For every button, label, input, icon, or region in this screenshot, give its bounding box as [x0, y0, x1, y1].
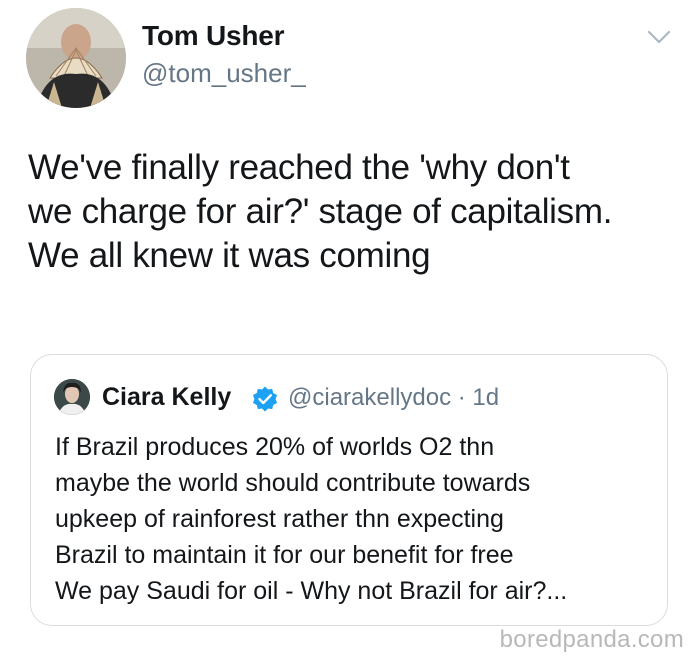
- tweet-card: Tom Usher @tom_usher_ We've finally reac…: [0, 0, 700, 663]
- quoted-author-handle-time[interactable]: @ciarakellydoc · 1d: [288, 384, 499, 412]
- quoted-text-line: Brazil to maintain it for our benefit fo…: [55, 541, 514, 569]
- quoted-text-line: upkeep of rainforest rather thn expectin…: [55, 505, 504, 533]
- tweet-text: We've finally reached the 'why don't we …: [28, 146, 688, 278]
- watermark: boredpanda.com: [499, 626, 684, 653]
- author-handle[interactable]: @tom_usher_: [142, 58, 306, 89]
- quoted-text-line: maybe the world should contribute toward…: [55, 469, 531, 497]
- quoted-tweet-text: If Brazil produces 20% of worlds O2 thn …: [55, 429, 655, 609]
- tweet-text-line: We've finally reached the 'why don't: [28, 148, 570, 187]
- chevron-down-icon[interactable]: [645, 26, 673, 48]
- quoted-tweet[interactable]: Ciara Kelly @ciarakellydoc · 1d If Brazi…: [30, 354, 668, 626]
- quoted-text-line: If Brazil produces 20% of worlds O2 thn: [55, 433, 495, 461]
- author-avatar[interactable]: [26, 8, 126, 108]
- verified-badge-icon: [251, 385, 279, 413]
- quoted-author-name[interactable]: Ciara Kelly: [102, 383, 231, 412]
- author-name[interactable]: Tom Usher: [142, 20, 285, 52]
- tweet-text-line: We all knew it was coming: [28, 236, 431, 275]
- tweet-text-line: we charge for air?' stage of capitalism.: [28, 192, 613, 231]
- quoted-text-line: We pay Saudi for oil - Why not Brazil fo…: [55, 577, 568, 605]
- quoted-author-avatar[interactable]: [54, 379, 90, 415]
